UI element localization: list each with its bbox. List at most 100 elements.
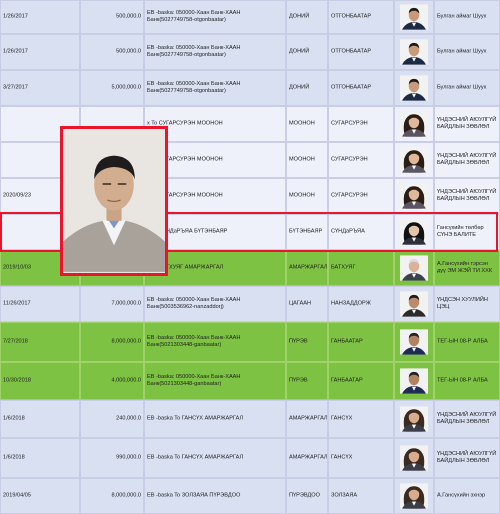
table-row[interactable]: 11/26/2017 7,000,000.0 EB -baska: 050000-Х… (0, 286, 500, 322)
name-cell: СҮНДаРЪЯА (328, 214, 394, 250)
position-cell-text: Гансүхийн төлбөр СҮНЭ БАЛИТЕ (437, 225, 484, 238)
description-cell: EB -baska: 050000-Хаан Банк-ХААН Банк(50… (144, 70, 286, 106)
surname-cell-text: БҮТЭНБАЯР (289, 228, 323, 235)
position-cell-text: ҮНДЭСНИЙ АЮУЛГҮЙ БАЙДЛЫН ЗӨВЛӨЛ (437, 117, 497, 130)
description-cell: EB -baska To ЗОЛЗАЯА ПҮРЭВДОО (144, 478, 286, 514)
description-cell: EB -baska To ГАНСҮХ АМАРЖАРГАЛ (144, 438, 286, 478)
name-cell: СУГАРСУРЭН (328, 142, 394, 178)
surname-cell: МООНОН (286, 178, 328, 214)
amount-cell-text: 240,000.0 (116, 415, 141, 422)
amount-cell: 8,000,000.0 (80, 322, 144, 362)
date-cell-text: 1/6/2018 (3, 415, 25, 422)
table-row[interactable]: 1/26/2017 500,000.0 EB -baska: 050000-Хаан… (0, 34, 500, 70)
person-photo[interactable] (400, 38, 428, 66)
surname-cell: ДОНИЙ (286, 70, 328, 106)
position-cell-text: А.Гансүхийн эхнэр (437, 492, 486, 499)
description-cell: EB -baska: 050000-Хаан Банк-ХААН Банк(50… (144, 34, 286, 70)
name-cell-text: ОТГОНБААТАР (331, 13, 372, 20)
surname-cell: ПҮРЭВ (286, 362, 328, 400)
description-cell-text: EB -baska: 050000-Хаан Банк-ХААН Банк(50… (147, 335, 241, 348)
position-cell-text: ҮНДЭСНИЙ АЮУЛГҮЙ БАЙДЛЫН ЗӨВЛӨЛ (437, 451, 497, 464)
date-cell: 1/6/2018 (0, 438, 80, 478)
name-cell: ГАНСҮХ (328, 400, 394, 438)
position-cell: ТЕГ-ЫН 08-Р АЛБА (434, 362, 500, 400)
person-photo[interactable] (400, 326, 428, 358)
table-row[interactable]: 1/26/2017 500,000.0 EB -baska: 050000-Хаан… (0, 0, 500, 34)
position-cell-text: ҮНДЭСНИЙ АЮУЛГҮЙ БАЙДЛЫН ЗӨВЛӨЛ (437, 189, 497, 202)
surname-cell: МООНОН (286, 106, 328, 142)
person-photo[interactable] (400, 110, 428, 138)
table-row[interactable]: 2019/04/05 8,000,000.0 EB -baska To ЗОЛЗАЯ… (0, 478, 500, 514)
person-photo[interactable] (400, 254, 428, 282)
surname-cell: БҮТЭНБАЯР (286, 214, 328, 250)
name-cell: НАНЗАДДОРЖ (328, 286, 394, 322)
description-cell-text: EB -baska: 050000-Хаан Банк-ХААН Банк(50… (147, 10, 241, 23)
name-cell: БАТХУЯГ (328, 250, 394, 286)
position-cell: ҮНДЭСНИЙ АЮУЛГҮЙ БАЙДЛЫН ЗӨВЛӨЛ (434, 178, 500, 214)
photo-cell (394, 106, 434, 142)
table-row[interactable]: 7/27/2018 8,000,000.0 EB -baska: 050000-Ха… (0, 322, 500, 362)
name-cell-text: СУГАРСУРЭН (331, 120, 368, 127)
amount-cell-text: 990,000.0 (116, 454, 141, 461)
position-cell-text: ТЕГ-ЫН 08-Р АЛБА (437, 377, 488, 384)
name-cell-text: НАНЗАДДОРЖ (331, 300, 371, 307)
photo-cell (394, 34, 434, 70)
person-photo[interactable] (400, 482, 428, 510)
person-photo[interactable] (400, 4, 428, 30)
surname-cell-text: ПҮРЭВДОО (289, 492, 320, 499)
date-cell-text: 1/26/2017 (3, 48, 28, 55)
photo-cell (394, 0, 434, 34)
surname-cell-text: МООНОН (289, 192, 315, 199)
date-cell-text: 3/27/2017 (3, 84, 28, 91)
person-photo[interactable] (400, 366, 428, 396)
person-photo[interactable] (400, 404, 428, 434)
name-cell-text: СУГАРСУРЭН (331, 156, 368, 163)
person-photo[interactable] (400, 182, 428, 210)
person-photo[interactable] (400, 290, 428, 318)
table-row[interactable]: 3/27/2017 5,000,000.0 EB -baska: 050000-Ха… (0, 70, 500, 106)
photo-cell (394, 322, 434, 362)
name-cell-text: ОТГОНБААТАР (331, 48, 372, 55)
position-cell-text: ТЕГ-ЫН 08-Р АЛБА (437, 338, 488, 345)
description-cell-text: EB -baska To ЗОЛЗАЯА ПҮРЭВДОО (147, 492, 241, 499)
name-cell: СУГАРСУРЭН (328, 106, 394, 142)
position-cell-text: Булган аймаг Шуух (437, 84, 487, 91)
surname-cell: АМАРЖАРГАЛ (286, 400, 328, 438)
description-cell: EB -baska To ГАНСҮХ АМАРЖАРГАЛ (144, 400, 286, 438)
date-cell: 2019/04/05 (0, 478, 80, 514)
position-cell-text: ҮНДСЭН ХУУЛИЙН ЦЭЦ (437, 297, 488, 310)
amount-cell-text: 8,000,000.0 (111, 338, 141, 345)
person-photo[interactable] (400, 146, 428, 174)
description-cell: EB -baska: 050000-Хаан Банк-ХААН Банк(50… (144, 362, 286, 400)
name-cell-text: ГАНСҮХ (331, 454, 353, 461)
position-cell-text: ҮНДЭСНИЙ АЮУЛГҮЙ БАЙДЛЫН ЗӨВЛӨЛ (437, 412, 497, 425)
surname-cell-text: АМАРЖАРГАЛ (289, 264, 328, 271)
name-cell: ОТГОНБААТАР (328, 70, 394, 106)
date-cell: 11/26/2017 (0, 286, 80, 322)
position-cell-text: ҮНДЭСНИЙ АЮУЛГҮЙ БАЙДЛЫН ЗӨВЛӨЛ (437, 153, 497, 166)
table-row[interactable]: 10/30/2018 4,000,000.0 EB -baska: 050000-Х… (0, 362, 500, 400)
surname-cell: АМАРЖАРГАЛ (286, 250, 328, 286)
table-row[interactable]: 1/6/2018 240,000.0 EB -baska To ГАНСҮХ АМА… (0, 400, 500, 438)
person-photo[interactable] (400, 442, 428, 474)
surname-cell: ДОНИЙ (286, 34, 328, 70)
amount-cell-text: 4,000,000.0 (111, 377, 141, 384)
amount-cell: 4,000,000.0 (80, 362, 144, 400)
description-cell-text: EB -baska: 050000-Хаан Банк-ХААН Банк(50… (147, 374, 241, 387)
position-cell-text: Булган аймаг Шуух (437, 48, 487, 55)
surname-cell-text: ДОНИЙ (289, 84, 310, 91)
person-photo[interactable] (400, 74, 428, 102)
description-cell-text: EB -baska To ГАНСҮХ АМАРЖАРГАЛ (147, 415, 244, 422)
person-photo[interactable] (400, 218, 428, 246)
description-cell: EB -baska: 050000-Хаан Банк-ХААН Банк(50… (144, 286, 286, 322)
date-cell: 1/26/2017 (0, 0, 80, 34)
name-cell: ГАНБААТАР (328, 362, 394, 400)
photo-cell (394, 400, 434, 438)
name-cell-text: ОТГОНБААТАР (331, 84, 372, 91)
name-cell: СУГАРСУРЭН (328, 178, 394, 214)
name-cell-text: СҮНДаРЪЯА (331, 228, 365, 235)
position-cell: Булган аймаг Шуух (434, 70, 500, 106)
surname-cell-text: АМАРЖАРГАЛ (289, 415, 328, 422)
position-cell: А.Гансүхийн тэрсэн дүү ЭМ ЖЭЙ ТИ ХХК (434, 250, 500, 286)
table-row[interactable]: 1/6/2018 990,000.0 EB -baska To ГАНСҮХ АМА… (0, 438, 500, 478)
